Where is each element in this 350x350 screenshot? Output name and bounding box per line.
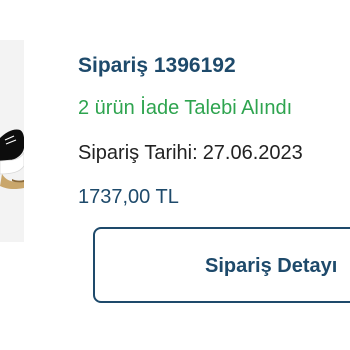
order-details-button-label: Sipariş Detayı bbox=[205, 255, 338, 277]
order-details-button[interactable]: Sipariş Detayı bbox=[93, 227, 350, 303]
order-number: Sipariş 1396192 bbox=[78, 54, 236, 77]
order-card: Sipariş 1396192 2 ürün İade Talebi Alınd… bbox=[0, 0, 350, 350]
sneaker-icon bbox=[0, 129, 24, 190]
return-status: 2 ürün İade Talebi Alındı bbox=[78, 97, 293, 119]
product-image[interactable] bbox=[0, 40, 24, 242]
order-date: Sipariş Tarihi: 27.06.2023 bbox=[78, 142, 303, 165]
order-date-label: Sipariş Tarihi: bbox=[78, 142, 198, 164]
order-date-value: 27.06.2023 bbox=[202, 142, 303, 164]
order-total-price: 1737,00 TL bbox=[78, 186, 179, 208]
